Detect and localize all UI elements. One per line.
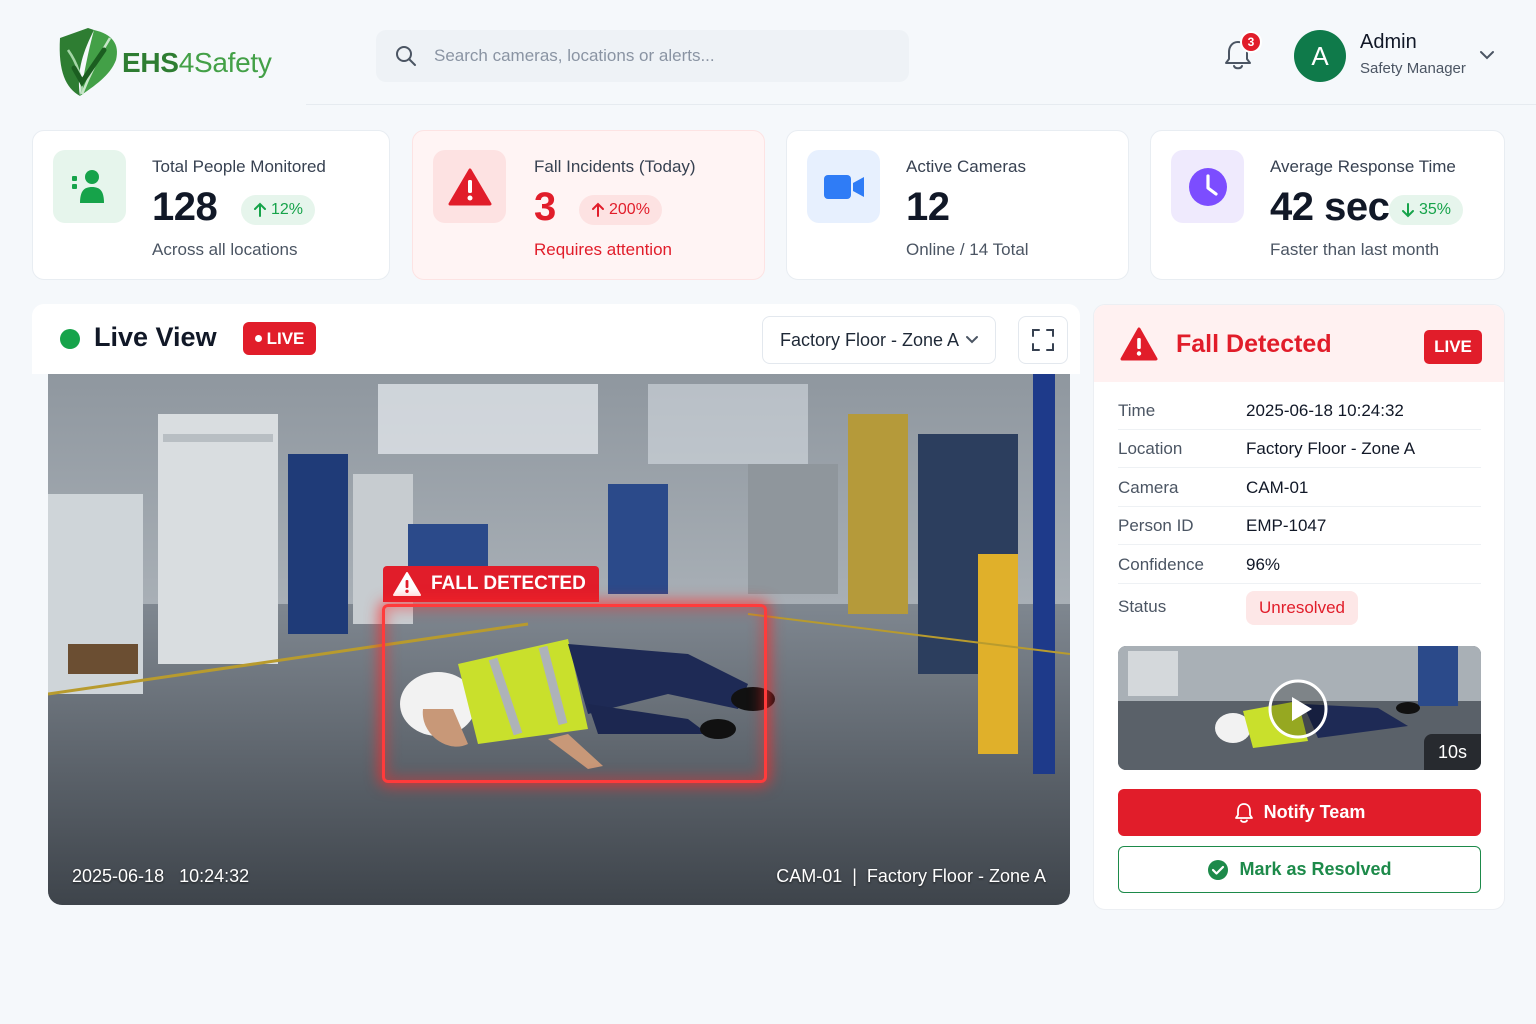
detail-key: Confidence (1118, 555, 1205, 574)
stat-label: Total People Monitored (152, 157, 326, 176)
stat-label: Average Response Time (1270, 157, 1456, 176)
detail-value: Factory Floor - Zone A (1246, 439, 1416, 458)
check-circle-icon (1208, 859, 1229, 880)
notification-badge: 3 (1240, 31, 1262, 53)
stat-label: Fall Incidents (Today) (534, 157, 696, 176)
user-name[interactable]: Admin (1360, 31, 1417, 54)
stat-subtext: Requires attention (534, 240, 672, 259)
camera-icon (807, 150, 880, 223)
feed-camera-caption: CAM-01 | Factory Floor - Zone A (776, 866, 1046, 886)
status-badge: Unresolved (1246, 591, 1358, 625)
arrow-down-icon (1402, 203, 1414, 218)
detail-key: Camera (1118, 478, 1179, 497)
stat-subtext: Faster than last month (1270, 240, 1440, 259)
chevron-down-icon (966, 336, 978, 344)
stat-subtext: Across all locations (152, 240, 298, 259)
alert-panel: Fall Detected LIVE Time 2025-06-18 10:24… (1093, 304, 1505, 910)
detection-bounding-box[interactable] (382, 604, 767, 783)
stat-card-response-time[interactable]: Average Response Time 42 sec 35% Faster … (1150, 130, 1505, 280)
alert-live-badge: LIVE (1424, 330, 1482, 364)
fullscreen-button[interactable] (1018, 316, 1068, 364)
app-header: EHS4Safety 3 A Admin Safety Manager (0, 0, 1536, 106)
brand-logo[interactable]: EHS4Safety (54, 20, 272, 100)
stat-change-badge: 200% (579, 195, 662, 225)
search-bar[interactable] (376, 30, 909, 82)
stat-change-badge: 12% (241, 195, 316, 225)
search-input[interactable] (434, 46, 874, 66)
notify-team-button[interactable]: Notify Team (1118, 789, 1481, 836)
detail-key: Status (1118, 597, 1167, 616)
warning-icon (433, 150, 506, 223)
live-status-dot (60, 329, 80, 349)
warning-icon (393, 572, 421, 596)
leaf-shield-icon (59, 28, 118, 96)
bell-icon (1234, 802, 1253, 823)
stat-card-falls[interactable]: Fall Incidents (Today) 3 200% Requires a… (412, 130, 765, 280)
chevron-down-icon[interactable] (1478, 46, 1496, 64)
detail-key: Time (1118, 401, 1156, 420)
detail-value: 2025-06-18 10:24:32 (1246, 401, 1404, 420)
alert-title: Fall Detected (1176, 330, 1332, 358)
alert-header: Fall Detected LIVE (1094, 305, 1504, 382)
zone-select-value: Factory Floor - Zone A (780, 329, 960, 350)
detail-value: EMP-1047 (1246, 516, 1327, 535)
stat-card-people[interactable]: Total People Monitored 128 12% Across al… (32, 130, 390, 280)
clock-icon (1171, 150, 1244, 223)
detail-key: Location (1118, 439, 1183, 458)
stat-value: 128 (152, 185, 218, 229)
detail-row-camera: Camera CAM-01 (1118, 469, 1481, 507)
detail-row-person-id: Person ID EMP-1047 (1118, 507, 1481, 545)
feed-timestamp: 2025-06-18 10:24:32 (72, 866, 250, 886)
detail-key: Person ID (1118, 516, 1194, 535)
header-divider (306, 104, 1536, 105)
detection-label: FALL DETECTED (383, 566, 599, 602)
stat-value: 3 (534, 185, 556, 229)
stat-subtext: Online / 14 Total (906, 240, 1029, 259)
stat-value: 12 (906, 185, 950, 229)
stat-change-badge: 35% (1389, 195, 1464, 225)
live-view-title: Live View (94, 322, 217, 352)
play-icon[interactable] (1267, 678, 1329, 740)
user-role: Safety Manager (1360, 60, 1466, 77)
stat-value: 42 sec (1270, 185, 1390, 229)
expand-icon (1032, 329, 1054, 351)
detail-value: 96% (1246, 555, 1281, 574)
detail-value: CAM-01 (1246, 478, 1309, 497)
live-badge: LIVE (243, 322, 316, 355)
warning-icon (1120, 327, 1158, 361)
avatar[interactable]: A (1294, 30, 1346, 82)
clip-duration: 10s (1424, 734, 1481, 770)
detail-row-confidence: Confidence 96% (1118, 546, 1481, 584)
arrow-up-icon (254, 202, 266, 217)
zone-select[interactable]: Factory Floor - Zone A (762, 316, 996, 364)
brand-name: EHS4Safety (122, 47, 272, 78)
stat-card-cameras[interactable]: Active Cameras 12 Online / 14 Total (786, 130, 1129, 280)
mark-resolved-button[interactable]: Mark as Resolved (1118, 846, 1481, 893)
camera-feed[interactable]: FALL DETECTED 2025-06-18 10:24:32 CAM-01… (48, 374, 1070, 905)
person-icon (53, 150, 126, 223)
detail-row-location: Location Factory Floor - Zone A (1118, 430, 1481, 468)
search-icon (396, 46, 416, 66)
clip-thumbnail[interactable]: 10s (1118, 646, 1481, 770)
stat-label: Active Cameras (906, 157, 1026, 176)
arrow-up-icon (592, 202, 604, 217)
detail-row-time: Time 2025-06-18 10:24:32 (1118, 392, 1481, 430)
